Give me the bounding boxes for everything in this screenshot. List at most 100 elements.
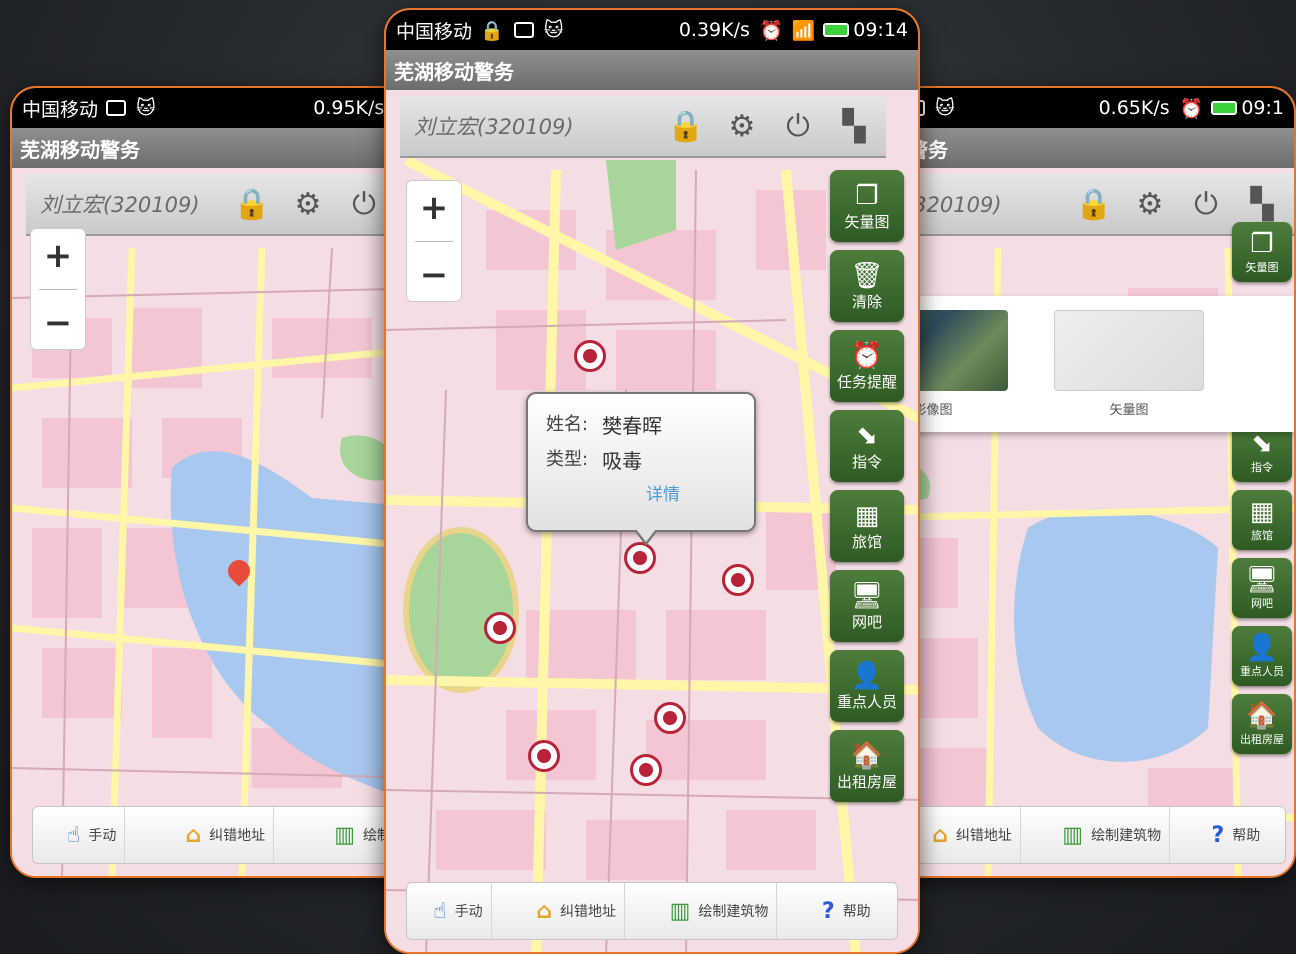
rental-house-label: 出租房屋 (1240, 733, 1284, 746)
status-bar: 中国移动 🔒 🐱 0.39K/s ⏰ 📶 09:14 (386, 10, 918, 50)
correct-address-label: 纠错地址 (955, 828, 1012, 844)
correct-address-button[interactable]: ⌂ 纠错地址 (528, 883, 625, 939)
layers-icon[interactable]: ▚ (836, 108, 872, 144)
internet-cafe-button[interactable]: 🖥 网吧 (830, 570, 904, 642)
building-icon: ▥ (669, 898, 691, 924)
question-icon: ? (1211, 822, 1225, 848)
person-marker[interactable] (654, 702, 686, 734)
command-label: 指令 (851, 452, 882, 471)
house-icon: ⌂ (536, 898, 552, 924)
hotel-icon: ▦ (1249, 497, 1275, 527)
command-icon: ⬊ (856, 420, 878, 451)
copy-icon: ❐ (1250, 229, 1274, 259)
battery-icon (1211, 101, 1238, 115)
hotel-button[interactable]: ▦ 旅馆 (830, 490, 904, 562)
power-icon[interactable]: ⏻ (780, 108, 816, 144)
lock-icon[interactable]: 🔒 (667, 108, 704, 144)
layers-icon[interactable]: ▚ (1244, 186, 1280, 222)
draw-building-button[interactable]: ▥ 绘制建筑物 (1054, 807, 1171, 863)
power-icon[interactable]: ⏻ (1188, 186, 1224, 222)
zoom-in-button[interactable]: + (31, 236, 85, 276)
app-title: 芜湖移动警务 (12, 128, 428, 168)
vector-label: 矢量图 (1109, 403, 1149, 418)
person-marker[interactable] (630, 754, 662, 786)
alarm-icon: ⏰ (759, 19, 784, 42)
manual-label: 手动 (88, 828, 117, 844)
manual-button[interactable]: ☝ 手动 (59, 807, 126, 863)
correct-address-button[interactable]: ⌂ 纠错地址 (924, 807, 1021, 863)
user-bar: 刘立宏(320109) 🔒 ⚙ ⏻ ▚ (400, 96, 886, 158)
zoom-in-button[interactable]: + (407, 188, 461, 228)
person-marker[interactable] (528, 740, 560, 772)
rental-house-label: 出租房屋 (836, 772, 897, 791)
house-icon: 🏠 (1245, 701, 1279, 731)
question-icon: ? (821, 898, 835, 924)
person-marker-selected[interactable] (624, 542, 656, 574)
help-button[interactable]: ? 帮助 (1204, 807, 1269, 863)
help-button[interactable]: ? 帮助 (814, 883, 879, 939)
trash-icon: 🗑 (850, 260, 884, 291)
key-person-button[interactable]: 👤 重点人员 (830, 650, 904, 722)
type-value: 吸毒 (602, 449, 643, 473)
gear-icon[interactable]: ⚙ (1132, 186, 1168, 222)
vector-map-label: 矢量图 (1245, 261, 1279, 274)
alarm-clock-icon: ⏰ (850, 340, 884, 371)
zoom-out-button[interactable]: − (407, 255, 461, 295)
clear-label: 清除 (851, 292, 882, 311)
key-person-button[interactable]: 👤 重点人员 (1232, 626, 1292, 686)
key-person-label: 重点人员 (1240, 665, 1284, 678)
power-icon[interactable]: ⏻ (346, 186, 382, 222)
app-title: 芜湖移动警务 (386, 50, 918, 90)
manual-button[interactable]: ☝ 手动 (425, 883, 492, 939)
popup-type-row: 类型: 吸毒 (546, 445, 736, 474)
rental-house-button[interactable]: 🏠 出租房屋 (1232, 694, 1292, 754)
gear-icon[interactable]: ⚙ (290, 186, 326, 222)
person-marker[interactable] (722, 564, 754, 596)
zoom-divider (415, 240, 453, 242)
android-icon: 🐱 (543, 19, 564, 41)
lock-icon[interactable]: 🔒 (233, 186, 270, 222)
clear-button[interactable]: 🗑 清除 (830, 250, 904, 322)
hotel-button[interactable]: ▦ 旅馆 (1232, 490, 1292, 550)
user-bar: 刘立宏(320109) 🔒 ⚙ ⏻ ▚ (868, 174, 1294, 236)
monitor-icon: 🖥 (850, 580, 884, 611)
status-bar: 中国移动 🐱 0.95K/s ⏰ (12, 88, 428, 128)
lock-icon[interactable]: 🔒 (1075, 186, 1112, 222)
status-bar: 动 🐱 0.65K/s ⏰ 09:1 (868, 88, 1294, 128)
task-reminder-label: 任务提醒 (836, 372, 897, 391)
details-link[interactable]: 详情 (590, 480, 736, 505)
name-value: 樊春晖 (602, 414, 663, 438)
person-marker[interactable] (574, 340, 606, 372)
vector-layer-option[interactable]: 矢量图 (1054, 310, 1204, 418)
hotel-label: 旅馆 (1251, 529, 1273, 542)
hotel-icon: ▦ (854, 500, 880, 531)
draw-building-label: 绘制建筑物 (698, 904, 769, 920)
android-icon: 🐱 (136, 97, 156, 119)
vector-map-button[interactable]: ❐ 矢量图 (830, 170, 904, 242)
bottom-bar: 定位 ⌂纠错地址 ▥绘制建筑物 ?帮助 (868, 806, 1286, 864)
person-icon: 👤 (850, 660, 884, 691)
name-label: 姓名: (546, 414, 589, 435)
carrier-label: 中国移动 (22, 98, 99, 121)
popup-tail-fill (636, 529, 656, 542)
zoom-out-button[interactable]: − (31, 303, 85, 343)
command-button[interactable]: ⬊ 指令 (830, 410, 904, 482)
command-icon: ⬊ (1251, 429, 1273, 459)
rental-house-button[interactable]: 🏠 出租房屋 (830, 730, 904, 802)
person-marker[interactable] (484, 612, 516, 644)
map-view[interactable] (868, 168, 1294, 876)
alarm-icon: ⏰ (1179, 97, 1204, 120)
draw-building-button[interactable]: ▥ 绘制建筑物 (662, 883, 778, 939)
task-reminder-button[interactable]: ⏰ 任务提醒 (830, 330, 904, 402)
correct-address-button[interactable]: ⌂ 纠错地址 (177, 807, 275, 863)
house-icon: 🏠 (850, 740, 884, 771)
vector-map-button[interactable]: ❐ 矢量图 (1232, 222, 1292, 282)
help-label: 帮助 (842, 904, 871, 920)
internet-cafe-button[interactable]: 🖥 网吧 (1232, 558, 1292, 618)
popup-name-row: 姓名: 樊春晖 (546, 410, 736, 439)
command-label: 指令 (1251, 461, 1273, 474)
network-speed: 0.65K/s (1098, 97, 1170, 119)
monitor-icon: 🖥 (1245, 565, 1279, 595)
clock: 09:1 (1241, 97, 1284, 119)
gear-icon[interactable]: ⚙ (724, 108, 760, 144)
